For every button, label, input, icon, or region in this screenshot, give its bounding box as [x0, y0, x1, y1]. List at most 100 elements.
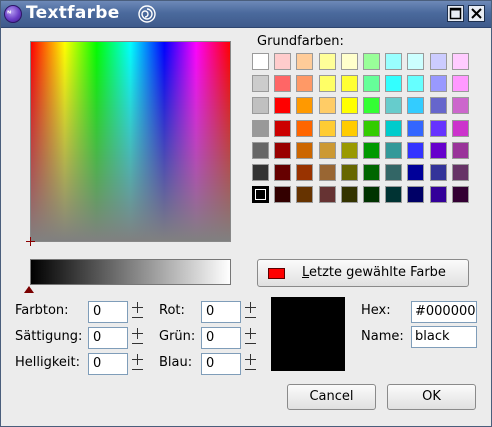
basic-color-swatch[interactable]: [296, 120, 313, 137]
basic-color-swatch[interactable]: [430, 164, 447, 181]
basic-color-swatch[interactable]: [407, 164, 424, 181]
basic-color-swatch[interactable]: [452, 142, 469, 159]
color-preview: [271, 297, 345, 371]
green-input[interactable]: 0: [201, 327, 241, 349]
basic-color-swatch[interactable]: [407, 53, 424, 70]
basic-color-swatch[interactable]: [385, 142, 402, 159]
basic-color-swatch[interactable]: [341, 75, 358, 92]
basic-color-swatch[interactable]: [341, 120, 358, 137]
basic-color-swatch[interactable]: [296, 142, 313, 159]
basic-color-swatch[interactable]: [430, 53, 447, 70]
basic-color-swatch[interactable]: [363, 75, 380, 92]
basic-color-swatch[interactable]: [252, 75, 269, 92]
basic-color-swatch[interactable]: [363, 120, 380, 137]
basic-color-swatch[interactable]: [319, 186, 336, 203]
basic-color-swatch[interactable]: [385, 97, 402, 114]
basic-color-swatch[interactable]: [252, 164, 269, 181]
ok-button[interactable]: OK: [387, 384, 476, 410]
basic-color-swatch[interactable]: [296, 75, 313, 92]
basic-color-swatch[interactable]: [363, 142, 380, 159]
cancel-button[interactable]: Cancel: [287, 384, 376, 410]
red-spinner[interactable]: [243, 301, 258, 323]
basic-color-swatch[interactable]: [341, 97, 358, 114]
basic-color-swatch[interactable]: [452, 97, 469, 114]
basic-color-swatch[interactable]: [296, 186, 313, 203]
blue-input[interactable]: 0: [201, 353, 241, 375]
basic-color-swatch[interactable]: [319, 164, 336, 181]
basic-color-swatch[interactable]: [274, 53, 291, 70]
basic-color-swatch[interactable]: [341, 53, 358, 70]
basic-color-swatch[interactable]: [319, 97, 336, 114]
basic-color-swatch[interactable]: [274, 142, 291, 159]
maximize-button[interactable]: [447, 5, 464, 22]
basic-color-swatch[interactable]: [296, 53, 313, 70]
app-icon[interactable]: ᴺ: [4, 5, 22, 23]
brightness-input[interactable]: 0: [88, 353, 128, 375]
basic-color-swatch[interactable]: [385, 164, 402, 181]
basic-color-swatch[interactable]: [363, 53, 380, 70]
basic-color-swatch[interactable]: [385, 75, 402, 92]
basic-color-swatch[interactable]: [430, 120, 447, 137]
basic-color-swatch[interactable]: [407, 120, 424, 137]
blue-spinner[interactable]: [243, 353, 258, 375]
brightness-label: Helligkeit:: [15, 355, 81, 370]
basic-color-swatch[interactable]: [341, 142, 358, 159]
basic-color-swatch[interactable]: [274, 186, 291, 203]
spectrum-crosshair-icon[interactable]: [26, 237, 35, 246]
basic-color-swatch[interactable]: [452, 164, 469, 181]
basic-color-swatch[interactable]: [452, 53, 469, 70]
basic-color-swatch[interactable]: [319, 142, 336, 159]
basic-color-swatch[interactable]: [252, 97, 269, 114]
last-color-button[interactable]: Letzte gewählte Farbe: [257, 259, 469, 287]
name-input[interactable]: black: [411, 326, 477, 348]
hue-label: Farbton:: [15, 303, 69, 318]
basic-color-swatch[interactable]: [363, 186, 380, 203]
basic-color-swatch[interactable]: [407, 75, 424, 92]
basic-color-swatch[interactable]: [319, 75, 336, 92]
hue-input[interactable]: 0: [88, 301, 128, 323]
basic-color-swatch[interactable]: [385, 120, 402, 137]
red-input[interactable]: 0: [201, 301, 241, 323]
basic-color-swatch[interactable]: [452, 75, 469, 92]
saturation-spinner[interactable]: [130, 327, 145, 349]
basic-color-swatch[interactable]: [430, 97, 447, 114]
basic-color-swatch[interactable]: [274, 164, 291, 181]
basic-color-swatch[interactable]: [252, 142, 269, 159]
hue-spinner[interactable]: [130, 301, 145, 323]
title-bar[interactable]: ᴺ Textfarbe: [1, 1, 491, 28]
basic-color-swatch[interactable]: [274, 97, 291, 114]
basic-color-swatch[interactable]: [407, 97, 424, 114]
saturation-label: Sättigung:: [15, 329, 83, 344]
basic-color-swatch[interactable]: [319, 120, 336, 137]
green-spinner[interactable]: [243, 327, 258, 349]
brightness-marker-icon[interactable]: [24, 286, 34, 293]
basic-color-swatch[interactable]: [385, 186, 402, 203]
basic-color-swatch[interactable]: [252, 186, 269, 203]
basic-color-swatch[interactable]: [274, 75, 291, 92]
basic-color-swatch[interactable]: [430, 75, 447, 92]
dialog-window: ᴺ Textfarbe Grundfarben: Letzte gewählte…: [0, 0, 492, 427]
basic-color-swatch[interactable]: [341, 186, 358, 203]
basic-color-swatch[interactable]: [407, 142, 424, 159]
basic-color-swatch[interactable]: [274, 120, 291, 137]
basic-color-swatch[interactable]: [341, 164, 358, 181]
basic-color-swatch[interactable]: [363, 97, 380, 114]
basic-color-swatch[interactable]: [252, 53, 269, 70]
basic-color-swatch[interactable]: [430, 186, 447, 203]
brightness-spinner[interactable]: [130, 353, 145, 375]
basic-color-swatch[interactable]: [296, 97, 313, 114]
basic-color-swatch[interactable]: [252, 120, 269, 137]
basic-color-swatch[interactable]: [407, 186, 424, 203]
basic-color-swatch[interactable]: [296, 164, 313, 181]
color-spectrum[interactable]: [30, 41, 231, 242]
basic-color-swatch[interactable]: [430, 142, 447, 159]
saturation-input[interactable]: 0: [88, 327, 128, 349]
basic-color-swatch[interactable]: [319, 53, 336, 70]
hex-input[interactable]: #000000: [411, 301, 477, 323]
basic-color-swatch[interactable]: [363, 164, 380, 181]
basic-color-swatch[interactable]: [452, 186, 469, 203]
basic-color-swatch[interactable]: [452, 120, 469, 137]
close-button[interactable]: [468, 5, 485, 22]
brightness-bar[interactable]: [30, 259, 231, 285]
basic-color-swatch[interactable]: [385, 53, 402, 70]
